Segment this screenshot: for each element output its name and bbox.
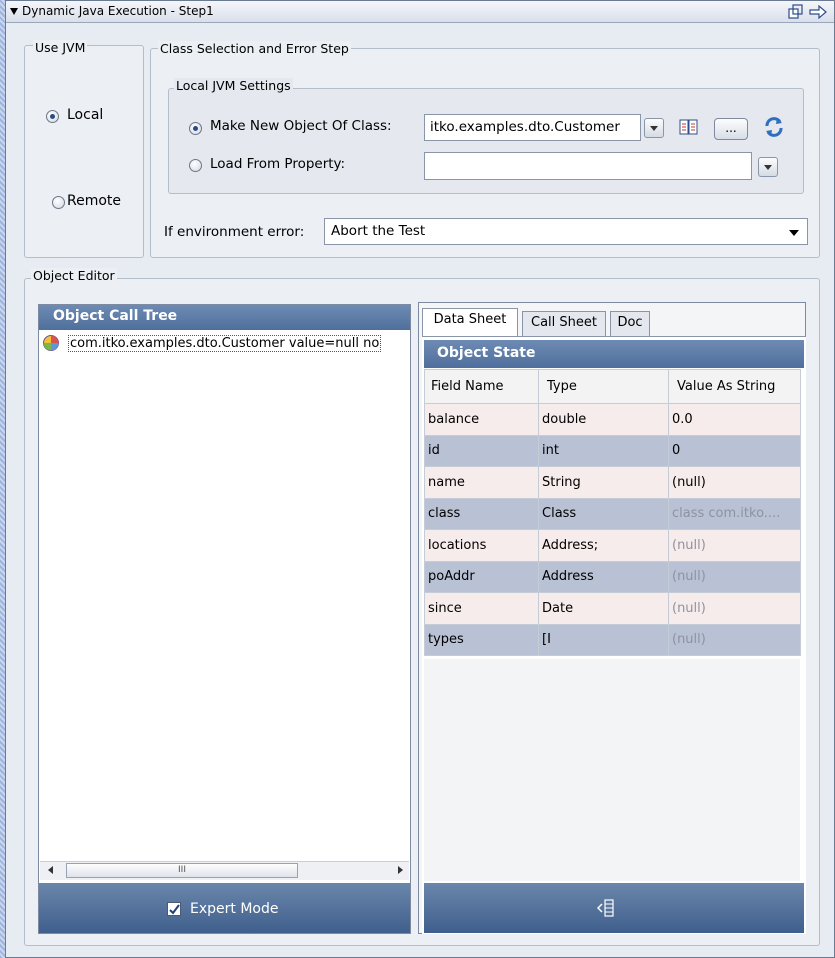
expert-mode-label: Expert Mode bbox=[190, 901, 279, 917]
column-header-field-name[interactable]: Field Name bbox=[424, 369, 539, 404]
object-call-tree-header: Object Call Tree bbox=[39, 305, 410, 330]
table-row[interactable]: class Class class com.itko.... bbox=[424, 497, 801, 530]
cell-type: double bbox=[538, 403, 669, 436]
property-dropdown-button[interactable] bbox=[758, 157, 778, 177]
env-error-select[interactable]: Abort the Test bbox=[324, 218, 808, 245]
load-from-property-radio[interactable] bbox=[189, 159, 202, 172]
ellipsis-button[interactable]: ... bbox=[714, 118, 748, 140]
class-name-field[interactable]: itko.examples.dto.Customer bbox=[424, 114, 641, 141]
cell-value[interactable]: (null) bbox=[668, 529, 801, 562]
local-radio-label: Local bbox=[67, 107, 104, 123]
float-window-icon[interactable] bbox=[787, 4, 805, 20]
load-from-property-field[interactable] bbox=[424, 152, 752, 180]
checkmark-icon bbox=[169, 904, 180, 915]
local-jvm-settings-label: Local JVM Settings bbox=[174, 78, 293, 93]
cell-value[interactable]: (null) bbox=[668, 592, 801, 625]
table-row[interactable]: name String (null) bbox=[424, 466, 801, 499]
cell-value[interactable]: (null) bbox=[668, 466, 801, 499]
object-icon bbox=[43, 335, 59, 351]
table-row[interactable]: id int 0 bbox=[424, 434, 801, 467]
cell-value[interactable]: 0.0 bbox=[668, 403, 801, 436]
object-call-tree-pane bbox=[38, 304, 411, 934]
cell-value[interactable]: (null) bbox=[668, 560, 801, 593]
cell-type: String bbox=[538, 466, 669, 499]
cell-type: Address bbox=[538, 560, 669, 593]
scroll-thumb[interactable]: III bbox=[66, 863, 298, 878]
arrow-right-icon[interactable] bbox=[808, 4, 828, 20]
remote-radio-label: Remote bbox=[67, 193, 122, 209]
cell-field: name bbox=[424, 466, 539, 499]
cell-field: types bbox=[424, 623, 539, 656]
make-new-object-label: Make New Object Of Class: bbox=[210, 118, 392, 134]
column-config-icon[interactable] bbox=[597, 898, 615, 918]
use-jvm-label: Use JVM bbox=[33, 40, 88, 55]
chevron-down-icon bbox=[789, 230, 799, 236]
class-selection-label: Class Selection and Error Step bbox=[158, 41, 351, 56]
collapse-triangle-icon[interactable] bbox=[10, 8, 18, 15]
tab-doc[interactable]: Doc bbox=[610, 311, 650, 336]
table-row[interactable]: since Date (null) bbox=[424, 592, 801, 625]
table-empty-area bbox=[424, 659, 800, 881]
table-header-row: Field Name Type Value As String bbox=[424, 369, 801, 404]
refresh-icon[interactable] bbox=[762, 115, 786, 139]
env-error-value: Abort the Test bbox=[331, 223, 426, 239]
object-state-table: Field Name Type Value As String balance d… bbox=[424, 369, 801, 656]
class-dropdown-button[interactable] bbox=[644, 118, 664, 138]
column-header-value[interactable]: Value As String bbox=[668, 369, 801, 404]
cell-field: since bbox=[424, 592, 539, 625]
cell-field: locations bbox=[424, 529, 539, 562]
use-jvm-group bbox=[24, 45, 144, 258]
table-row[interactable]: poAddr Address (null) bbox=[424, 560, 801, 593]
cell-type: Address; bbox=[538, 529, 669, 562]
make-new-object-radio[interactable] bbox=[189, 122, 202, 135]
remote-radio[interactable] bbox=[52, 196, 65, 209]
cell-type: Date bbox=[538, 592, 669, 625]
scroll-left-arrow-icon[interactable] bbox=[48, 866, 53, 874]
table-row[interactable]: types [I (null) bbox=[424, 623, 801, 656]
table-row[interactable]: balance double 0.0 bbox=[424, 403, 801, 436]
load-from-property-label: Load From Property: bbox=[210, 156, 346, 172]
env-error-label: If environment error: bbox=[164, 224, 305, 240]
table-row[interactable]: locations Address; (null) bbox=[424, 529, 801, 562]
cell-field: poAddr bbox=[424, 560, 539, 593]
cell-value[interactable]: class com.itko.... bbox=[668, 497, 801, 530]
tab-call-sheet[interactable]: Call Sheet bbox=[522, 311, 606, 336]
cell-type: int bbox=[538, 434, 669, 467]
cell-type: [I bbox=[538, 623, 669, 656]
cell-type: Class bbox=[538, 497, 669, 530]
column-header-type[interactable]: Type bbox=[538, 369, 669, 404]
cell-field: class bbox=[424, 497, 539, 530]
tree-item-label: com.itko.examples.dto.Customer value=nul… bbox=[68, 335, 382, 352]
object-state-header: Object State bbox=[424, 340, 804, 368]
local-radio[interactable] bbox=[46, 110, 59, 123]
tree-item[interactable]: com.itko.examples.dto.Customer value=nul… bbox=[40, 332, 409, 354]
object-editor-label: Object Editor bbox=[31, 268, 117, 283]
cell-field: id bbox=[424, 434, 539, 467]
cell-value[interactable]: (null) bbox=[668, 623, 801, 656]
cell-field: balance bbox=[424, 403, 539, 436]
class-browser-icon[interactable] bbox=[678, 117, 700, 137]
tab-data-sheet[interactable]: Data Sheet bbox=[422, 308, 518, 336]
window-title: Dynamic Java Execution - Step1 bbox=[22, 4, 214, 18]
scroll-right-arrow-icon[interactable] bbox=[398, 866, 403, 874]
cell-value[interactable]: 0 bbox=[668, 434, 801, 467]
